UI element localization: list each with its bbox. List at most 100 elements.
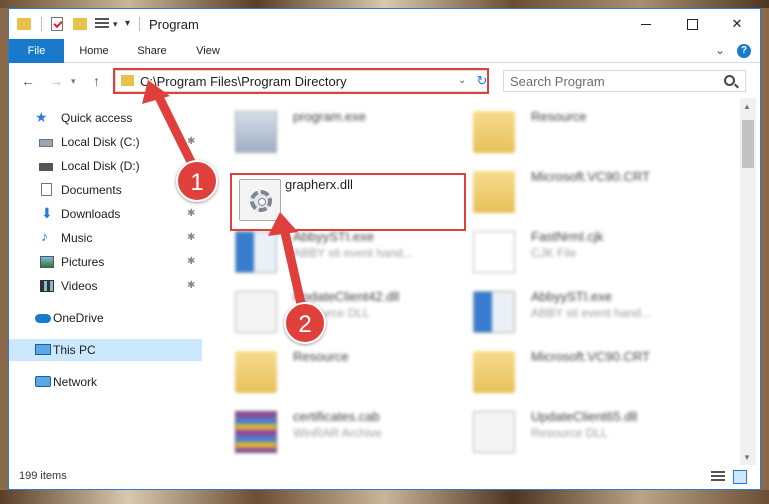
pictures-icon (40, 256, 54, 268)
file-item-updateclient42-dll[interactable]: UpdateClient42.dll Resource DLL (229, 285, 469, 341)
desktop-background-bottom (0, 490, 769, 504)
properties-icon[interactable] (51, 17, 63, 31)
up-arrow-icon[interactable]: ↑ (93, 73, 100, 89)
forward-arrow-icon[interactable]: → (49, 73, 63, 89)
pin-icon[interactable]: ✱ (187, 208, 195, 219)
file-subtitle: ABBY sti event hand... (293, 246, 413, 260)
tab-share[interactable]: Share (127, 39, 177, 63)
pin-icon[interactable]: ✱ (187, 280, 195, 291)
sidebar-item-network[interactable]: Network (9, 371, 202, 393)
sidebar-item-label: Local Disk (C:) (61, 135, 140, 149)
vertical-scrollbar[interactable]: ▲ ▼ (740, 98, 756, 465)
separator (139, 17, 140, 31)
file-item-vc90-folder[interactable]: Microsoft.VC90.CRT (467, 165, 707, 221)
back-arrow-icon[interactable]: ← (21, 73, 35, 89)
disk-icon (39, 163, 53, 171)
sidebar-item-label: OneDrive (53, 311, 104, 325)
maximize-button[interactable] (669, 9, 715, 39)
file-item-updateclient65-dll[interactable]: UpdateClient65.dll Resource DLL (467, 405, 707, 461)
file-name: FastNrml.cjk (531, 229, 604, 244)
folder-icon (473, 351, 515, 393)
videos-icon (40, 280, 54, 292)
customize-toolbar-icon[interactable]: ▾ (125, 18, 130, 29)
pin-icon[interactable]: ✱ (187, 136, 195, 147)
scroll-down-icon[interactable]: ▼ (743, 453, 751, 462)
app-file-icon (235, 231, 277, 273)
tab-file[interactable]: File (9, 39, 64, 63)
large-icons-view-icon[interactable] (733, 470, 747, 484)
minimize-button[interactable] (623, 9, 669, 39)
sidebar-item-label: Network (53, 375, 98, 389)
search-icon[interactable] (724, 75, 735, 86)
expand-ribbon-icon[interactable]: ⌄ (715, 43, 725, 57)
file-explorer-window: ▾ ▾ Program ✕ File Home Share View ⌄ ? ←… (8, 8, 761, 490)
sidebar-item-onedrive[interactable]: OneDrive (9, 307, 202, 329)
file-name: AbbyySTI.exe (531, 289, 612, 304)
file-item-certificates-cab[interactable]: certificates.cab WinRAR Archive (229, 405, 469, 461)
desktop-background-top (0, 0, 769, 8)
sidebar-item-label: Downloads (61, 207, 121, 221)
new-folder-icon[interactable] (73, 18, 87, 30)
sidebar-item-quick-access[interactable]: ★ Quick access (9, 107, 202, 129)
navigation-pane: ★ Quick access Local Disk (C:) ✱ Local D… (9, 105, 202, 465)
pin-icon[interactable]: ✱ (187, 256, 195, 267)
tab-home[interactable]: Home (69, 39, 119, 63)
file-item-abbyysti-exe[interactable]: AbbyySTI.exe ABBY sti event hand... (229, 225, 469, 281)
details-view-icon[interactable] (711, 471, 725, 483)
search-box[interactable] (503, 70, 746, 92)
file-name: program.exe (293, 109, 366, 124)
sidebar-item-label: Videos (61, 279, 98, 293)
item-count: 199 items (19, 470, 67, 482)
sidebar-item-label: Documents (61, 183, 122, 197)
pin-icon[interactable]: ✱ (187, 232, 195, 243)
sidebar-item-label: This PC (53, 343, 96, 357)
onedrive-icon (35, 314, 51, 323)
folder-icon (235, 351, 277, 393)
file-subtitle: CJK File (531, 246, 577, 260)
downloads-icon: ⬇ (41, 205, 53, 221)
sidebar-item-documents[interactable]: Documents ✱ (9, 179, 202, 201)
file-subtitle: WinRAR Archive (293, 426, 382, 440)
sidebar-item-local-disk-c[interactable]: Local Disk (C:) ✱ (9, 131, 202, 153)
sidebar-item-pictures[interactable]: Pictures ✱ (9, 251, 202, 273)
sidebar-item-local-disk-d[interactable]: Local Disk (D:) ✱ (9, 155, 202, 177)
file-item-resource-folder-2[interactable]: Resource (229, 345, 469, 401)
file-item-fastnrml-cjk[interactable]: FastNrml.cjk CJK File (467, 225, 707, 281)
documents-icon (41, 183, 52, 196)
folder-icon (473, 171, 515, 213)
separator (41, 17, 42, 31)
file-name: certificates.cab (293, 409, 380, 424)
file-item-program-exe[interactable]: program.exe (229, 105, 469, 161)
recent-locations-icon[interactable]: ▾ (71, 76, 76, 87)
sidebar-item-music[interactable]: ♪ Music ✱ (9, 227, 202, 249)
file-item-resource-folder[interactable]: Resource (467, 105, 707, 161)
chevron-down-icon[interactable]: ▾ (113, 19, 118, 30)
sidebar-item-downloads[interactable]: ⬇ Downloads ✱ (9, 203, 202, 225)
scroll-up-icon[interactable]: ▲ (743, 102, 751, 111)
sidebar-item-label: Quick access (61, 111, 133, 125)
address-bar[interactable]: C:\Program Files\Program Directory ⌄ ↻ (115, 70, 489, 92)
sidebar-item-videos[interactable]: Videos ✱ (9, 275, 202, 297)
refresh-icon[interactable]: ↻ (474, 73, 490, 89)
sidebar-item-this-pc[interactable]: This PC (9, 339, 202, 361)
scrollbar-thumb[interactable] (742, 120, 754, 168)
help-icon[interactable]: ? (737, 44, 751, 58)
address-path[interactable]: C:\Program Files\Program Directory (140, 74, 347, 89)
step-1-badge: 1 (176, 160, 218, 202)
tab-view[interactable]: View (185, 39, 231, 63)
search-input[interactable] (510, 73, 710, 89)
title-bar: ▾ ▾ Program ✕ (9, 9, 760, 39)
star-icon: ★ (35, 109, 48, 125)
ribbon: File Home Share View ⌄ ? (9, 39, 760, 63)
status-bar: 199 items (9, 465, 760, 489)
chevron-down-icon[interactable]: ⌄ (458, 75, 466, 86)
dll-file-icon (235, 291, 277, 333)
file-subtitle: Resource DLL (531, 426, 608, 440)
music-icon: ♪ (41, 228, 48, 244)
file-item-vc90-folder-2[interactable]: Microsoft.VC90.CRT (467, 345, 707, 401)
file-name: Microsoft.VC90.CRT (531, 349, 650, 364)
close-button[interactable]: ✕ (714, 9, 760, 39)
view-icon[interactable] (95, 18, 109, 30)
file-name: AbbyySTI.exe (293, 229, 374, 244)
file-item-abbyysti-exe-2[interactable]: AbbyySTI.exe ABBY sti event hand... (467, 285, 707, 341)
